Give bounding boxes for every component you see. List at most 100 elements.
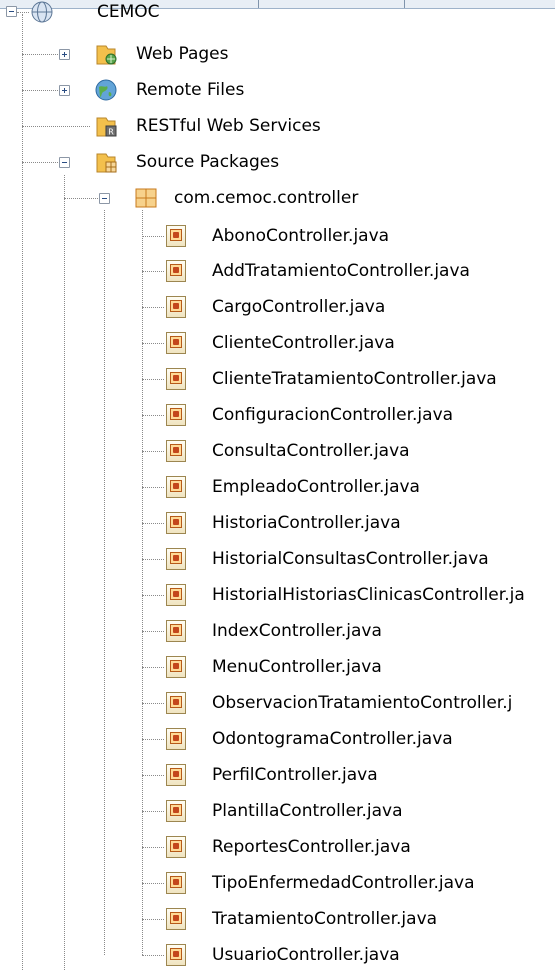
restful-folder-icon: R xyxy=(96,117,117,137)
file-label[interactable]: IndexController.java xyxy=(212,621,382,641)
java-file-icon xyxy=(166,404,186,426)
tree-node-file[interactable]: ConfiguracionController.java xyxy=(0,397,555,433)
project-label[interactable]: CEMOC xyxy=(97,2,160,22)
file-label[interactable]: MenuController.java xyxy=(212,657,382,677)
tree-connector xyxy=(142,667,164,668)
collapse-toggle[interactable] xyxy=(59,157,70,168)
tree-node-file[interactable]: HistorialHistoriasClinicasController.ja xyxy=(0,577,555,613)
java-file-icon xyxy=(166,440,186,462)
tree-connector xyxy=(142,631,164,632)
java-file-icon xyxy=(166,872,186,894)
collapse-toggle[interactable] xyxy=(6,6,17,17)
file-label[interactable]: EmpleadoController.java xyxy=(212,477,420,497)
svg-text:R: R xyxy=(108,128,114,137)
tree-node-project[interactable]: CEMOC xyxy=(0,0,555,30)
java-file-icon xyxy=(166,512,186,534)
tree-node-file[interactable]: IndexController.java xyxy=(0,613,555,649)
tree-node-file[interactable]: EmpleadoController.java xyxy=(0,469,555,505)
tree-connector xyxy=(142,559,164,560)
tree-node-remote-files[interactable]: Remote Files xyxy=(0,72,555,108)
expand-toggle[interactable] xyxy=(59,49,70,60)
java-file-icon xyxy=(166,764,186,786)
tree-node-file[interactable]: ReportesController.java xyxy=(0,829,555,865)
tree-node-file[interactable]: HistoriaController.java xyxy=(0,505,555,541)
tree-connector xyxy=(22,90,60,91)
tree-node-label[interactable]: Remote Files xyxy=(136,80,244,100)
tree-node-file[interactable]: TratamientoController.java xyxy=(0,901,555,937)
java-file-icon xyxy=(166,368,186,390)
tree-connector xyxy=(17,12,29,13)
file-label[interactable]: ObservacionTratamientoController.j xyxy=(212,693,512,713)
file-label[interactable]: HistorialHistoriasClinicasController.ja xyxy=(212,585,525,605)
tree-connector xyxy=(142,307,164,308)
tree-node-file[interactable]: ObservacionTratamientoController.j xyxy=(0,685,555,721)
java-file-icon xyxy=(166,476,186,498)
tree-connector xyxy=(142,236,164,237)
tree-node-file[interactable]: PlantillaController.java xyxy=(0,793,555,829)
file-label[interactable]: AbonoController.java xyxy=(212,226,389,246)
tree-node-package[interactable]: com.cemoc.controller xyxy=(0,180,555,216)
java-file-icon xyxy=(166,296,186,318)
tree-node-file[interactable]: PerfilController.java xyxy=(0,757,555,793)
java-file-icon xyxy=(166,836,186,858)
tree-node-restful-web-services[interactable]: R RESTful Web Services xyxy=(0,108,555,144)
project-tree: CEMOC Web Pages Remote Files R RESTful W… xyxy=(0,0,555,970)
tree-connector xyxy=(142,451,164,452)
tree-connector xyxy=(142,847,164,848)
tree-connector xyxy=(142,811,164,812)
tree-connector xyxy=(142,955,164,956)
tree-connector xyxy=(22,126,90,127)
java-file-icon xyxy=(166,656,186,678)
tree-node-file[interactable]: MenuController.java xyxy=(0,649,555,685)
java-file-icon xyxy=(166,908,186,930)
tree-node-file[interactable]: ConsultaController.java xyxy=(0,433,555,469)
java-file-icon xyxy=(166,692,186,714)
tree-node-file[interactable]: HistorialConsultasController.java xyxy=(0,541,555,577)
java-file-icon xyxy=(166,620,186,642)
remote-files-globe-icon xyxy=(95,79,117,101)
file-label[interactable]: ClienteTratamientoController.java xyxy=(212,369,497,389)
tree-node-web-pages[interactable]: Web Pages xyxy=(0,36,555,72)
tree-node-file[interactable]: TipoEnfermedadController.java xyxy=(0,865,555,901)
tree-connector xyxy=(64,198,100,199)
expand-toggle[interactable] xyxy=(59,85,70,96)
file-label[interactable]: PlantillaController.java xyxy=(212,801,403,821)
file-label[interactable]: CargoController.java xyxy=(212,297,385,317)
package-label[interactable]: com.cemoc.controller xyxy=(174,188,358,208)
file-label[interactable]: ConfiguracionController.java xyxy=(212,405,453,425)
file-label[interactable]: ConsultaController.java xyxy=(212,441,410,461)
file-label[interactable]: HistorialConsultasController.java xyxy=(212,549,489,569)
file-label[interactable]: UsuarioController.java xyxy=(212,945,400,965)
tree-node-label[interactable]: Source Packages xyxy=(136,152,279,172)
java-file-icon xyxy=(166,225,186,247)
file-label[interactable]: ClienteController.java xyxy=(212,333,395,353)
web-pages-folder-icon xyxy=(96,45,117,65)
java-file-icon xyxy=(166,728,186,750)
tree-connector xyxy=(142,523,164,524)
tree-connector xyxy=(142,703,164,704)
file-label[interactable]: ReportesController.java xyxy=(212,837,411,857)
file-label[interactable]: OdontogramaController.java xyxy=(212,729,453,749)
file-label[interactable]: PerfilController.java xyxy=(212,765,378,785)
tree-node-label[interactable]: Web Pages xyxy=(136,44,228,64)
file-label[interactable]: TipoEnfermedadController.java xyxy=(212,873,475,893)
tree-node-file[interactable]: ClienteController.java xyxy=(0,325,555,361)
collapse-toggle[interactable] xyxy=(99,193,110,204)
file-label[interactable]: TratamientoController.java xyxy=(212,909,437,929)
tree-node-label[interactable]: RESTful Web Services xyxy=(136,116,321,136)
tree-connector xyxy=(142,271,164,272)
tree-connector xyxy=(142,379,164,380)
tree-node-file[interactable]: AddTratamientoController.java xyxy=(0,253,555,289)
java-file-icon xyxy=(166,260,186,282)
java-file-icon xyxy=(166,332,186,354)
tree-node-file[interactable]: CargoController.java xyxy=(0,289,555,325)
file-label[interactable]: HistoriaController.java xyxy=(212,513,401,533)
tree-node-source-packages[interactable]: Source Packages xyxy=(0,144,555,180)
tree-node-file[interactable]: UsuarioController.java xyxy=(0,937,555,973)
source-packages-folder-icon xyxy=(96,153,117,173)
tree-connector xyxy=(142,415,164,416)
file-label[interactable]: AddTratamientoController.java xyxy=(212,261,470,281)
tree-node-file[interactable]: ClienteTratamientoController.java xyxy=(0,361,555,397)
tree-node-file[interactable]: AbonoController.java xyxy=(0,218,555,254)
tree-node-file[interactable]: OdontogramaController.java xyxy=(0,721,555,757)
